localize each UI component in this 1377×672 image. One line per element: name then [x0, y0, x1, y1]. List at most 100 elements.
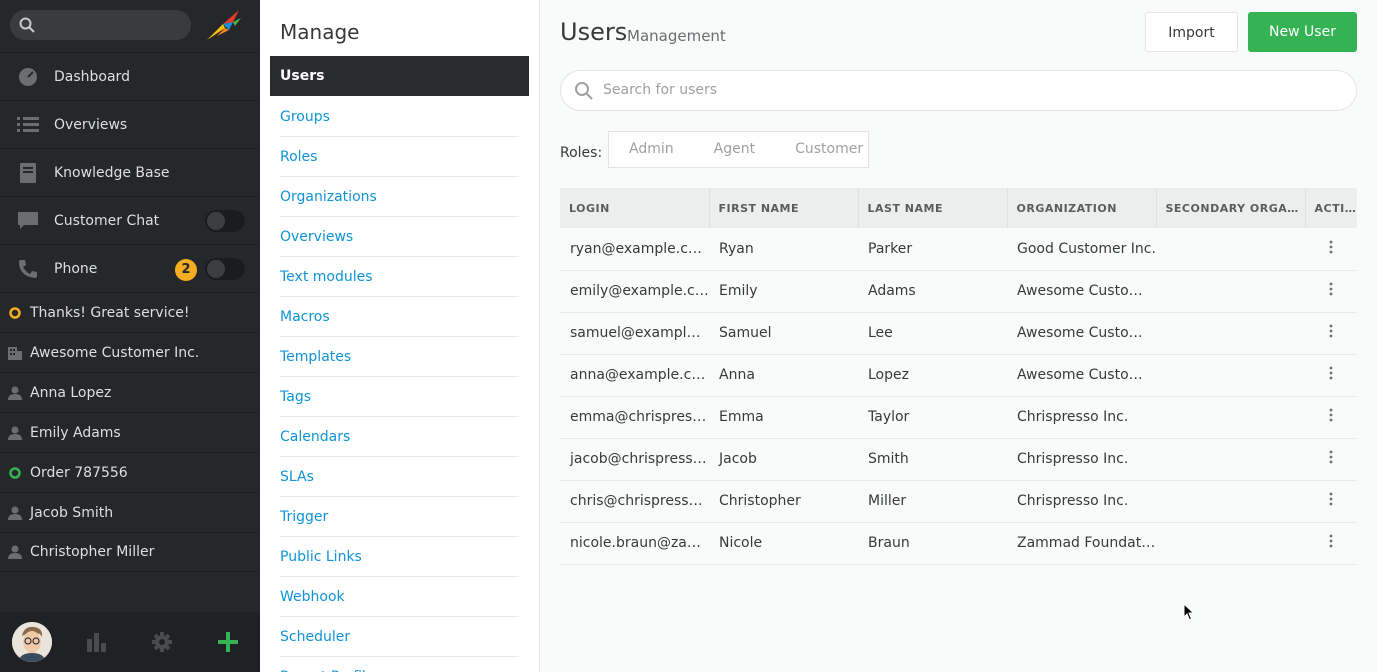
plus-icon[interactable]: [217, 631, 239, 653]
row-actions-menu[interactable]: [1305, 228, 1357, 270]
users-table: LOGIN FIRST NAME LAST NAME ORGANIZATION …: [560, 188, 1357, 565]
menu-item-public-links[interactable]: Public Links: [280, 537, 519, 577]
role-filter-admin[interactable]: Admin: [609, 132, 694, 167]
secondary-organization-cell: [1156, 354, 1305, 396]
row-actions-menu[interactable]: [1305, 396, 1357, 438]
login-cell: samuel@example.com: [570, 325, 709, 341]
first-name-cell: Christopher: [719, 493, 801, 509]
user-icon: [8, 506, 22, 520]
search-icon: [574, 81, 594, 105]
row-actions-menu[interactable]: [1305, 312, 1357, 354]
menu-item-users[interactable]: Users: [270, 56, 529, 96]
menu-item-slas[interactable]: SLAs: [280, 457, 519, 497]
table-row[interactable]: anna@example.com Anna Lopez Awesome Custome…: [560, 354, 1357, 396]
task-item[interactable]: Jacob Smith: [0, 492, 260, 532]
nav-item-label: Knowledge Base: [54, 164, 170, 181]
ticket-new-icon: [8, 466, 22, 480]
first-name-cell: Ryan: [719, 240, 754, 257]
global-search-input[interactable]: [10, 10, 191, 40]
more-vertical-icon[interactable]: [1329, 282, 1333, 296]
nav-item-overviews[interactable]: Overviews: [0, 100, 260, 148]
user-search-input[interactable]: Search for users: [560, 70, 1357, 111]
menu-item-overviews[interactable]: Overviews: [280, 217, 519, 257]
row-actions-menu[interactable]: [1305, 480, 1357, 522]
column-last-name[interactable]: LAST NAME: [858, 188, 1008, 228]
nav-item-customer-chat[interactable]: Customer Chat: [0, 196, 260, 244]
mouse-cursor-icon: [1183, 602, 1195, 625]
row-actions-menu[interactable]: [1305, 270, 1357, 312]
phone-toggle[interactable]: [205, 258, 245, 280]
search-icon: [19, 17, 35, 37]
nav-item-label: Dashboard: [54, 68, 130, 85]
table-row[interactable]: nicole.braun@zammad.org Nicole Braun Zammad…: [560, 522, 1357, 564]
menu-item-calendars[interactable]: Calendars: [280, 417, 519, 457]
more-vertical-icon[interactable]: [1329, 534, 1333, 548]
task-label: Anna Lopez: [30, 384, 112, 401]
menu-item-macros[interactable]: Macros: [280, 297, 519, 337]
menu-item-organizations[interactable]: Organizations: [280, 177, 519, 217]
task-item[interactable]: Awesome Customer Inc.: [0, 332, 260, 372]
task-item[interactable]: Thanks! Great service!: [0, 292, 260, 332]
row-actions-menu[interactable]: [1305, 354, 1357, 396]
table-row[interactable]: samuel@example.com Samuel Lee Awesome Custo…: [560, 312, 1357, 354]
nav-item-knowledge-base[interactable]: Knowledge Base: [0, 148, 260, 196]
first-name-cell: Jacob: [719, 451, 757, 467]
more-vertical-icon[interactable]: [1329, 366, 1333, 380]
task-item[interactable]: Anna Lopez: [0, 372, 260, 412]
avatar[interactable]: [12, 622, 52, 662]
secondary-organization-cell: [1156, 522, 1305, 564]
task-item[interactable]: Christopher Miller: [0, 532, 260, 572]
row-actions-menu[interactable]: [1305, 522, 1357, 564]
column-first-name[interactable]: FIRST NAME: [709, 188, 859, 228]
menu-item-text-modules[interactable]: Text modules: [280, 257, 519, 297]
row-actions-menu[interactable]: [1305, 438, 1357, 480]
more-vertical-icon[interactable]: [1329, 324, 1333, 338]
table-row[interactable]: ryan@example.com Ryan Parker Good Customer …: [560, 228, 1357, 270]
phone-icon: [15, 258, 41, 280]
column-login[interactable]: LOGIN: [560, 188, 710, 228]
new-user-button[interactable]: New User: [1248, 12, 1357, 52]
role-filter-customer[interactable]: Customer: [775, 132, 883, 167]
task-item[interactable]: Emily Adams: [0, 412, 260, 452]
secondary-organization-cell: [1156, 270, 1305, 312]
more-vertical-icon[interactable]: [1329, 450, 1333, 464]
column-organization[interactable]: ORGANIZATION: [1007, 188, 1157, 228]
customer-chat-toggle[interactable]: [205, 210, 245, 232]
menu-item-report-profiles[interactable]: Report Profiles: [280, 657, 519, 672]
first-name-cell: Emily: [719, 283, 758, 299]
ticket-open-icon: [8, 306, 22, 320]
more-vertical-icon[interactable]: [1329, 492, 1333, 506]
nav-item-phone[interactable]: Phone 2: [0, 244, 260, 292]
organization-cell: Zammad Foundation: [1017, 535, 1156, 551]
table-header: LOGIN FIRST NAME LAST NAME ORGANIZATION …: [560, 188, 1357, 228]
zammad-logo-icon[interactable]: [203, 6, 245, 44]
menu-item-templates[interactable]: Templates: [280, 337, 519, 377]
task-item[interactable]: Order 787556: [0, 452, 260, 492]
menu-title: Manage: [280, 20, 360, 44]
table-row[interactable]: emma@chrispresso.com Emma Taylor Chrispress…: [560, 396, 1357, 438]
menu-item-scheduler[interactable]: Scheduler: [280, 617, 519, 657]
page-subtitle: Management: [627, 27, 726, 45]
phone-count-badge: 2: [175, 259, 197, 281]
last-name-cell: Parker: [868, 240, 913, 257]
table-row[interactable]: emily@example.com Emily Adams Awesome Custo…: [560, 270, 1357, 312]
stats-icon[interactable]: [86, 631, 108, 653]
list-icon: [15, 114, 41, 136]
menu-item-roles[interactable]: Roles: [280, 137, 519, 177]
table-row[interactable]: jacob@chrispresso.com Jacob Smith Chrispres…: [560, 438, 1357, 480]
menu-item-tags[interactable]: Tags: [280, 377, 519, 417]
menu-item-trigger[interactable]: Trigger: [280, 497, 519, 537]
more-vertical-icon[interactable]: [1329, 408, 1333, 422]
first-name-cell: Samuel: [719, 325, 772, 341]
organization-cell: Awesome Customer Inc.: [1017, 367, 1156, 383]
nav-item-dashboard[interactable]: Dashboard: [0, 52, 260, 100]
menu-item-webhook[interactable]: Webhook: [280, 577, 519, 617]
nav-item-label: Phone: [54, 260, 98, 277]
import-button[interactable]: Import: [1145, 12, 1238, 52]
column-secondary-organizations[interactable]: SECONDARY ORGANIZATIONS: [1156, 188, 1306, 228]
more-vertical-icon[interactable]: [1329, 240, 1333, 254]
menu-item-groups[interactable]: Groups: [280, 97, 519, 137]
gear-icon[interactable]: [151, 631, 173, 653]
table-row[interactable]: chris@chrispresso.com Christopher Miller Ch…: [560, 480, 1357, 522]
role-filter-agent[interactable]: Agent: [694, 132, 775, 167]
